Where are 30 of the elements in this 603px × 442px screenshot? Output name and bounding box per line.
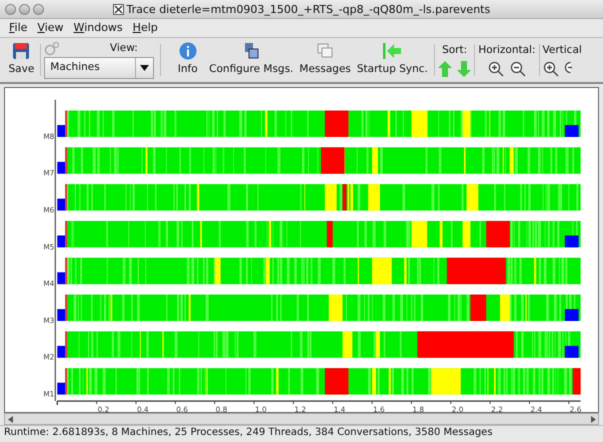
configure-messages-button[interactable]: Configure Msgs. <box>206 42 296 78</box>
maximize-button[interactable] <box>32 4 44 15</box>
info-button[interactable]: Info <box>174 42 201 78</box>
window-title: Trace dieterle=mtm0903_1500_+RTS_-qp8_-qQ80m_-ls.parevents <box>126 2 490 18</box>
startup-sync-button[interactable]: Startup Sync. <box>354 42 431 78</box>
vertical-label: Vertical <box>542 42 582 58</box>
messages-button[interactable]: Messages <box>296 42 354 78</box>
zoom-out-icon[interactable] <box>510 61 526 78</box>
save-button[interactable]: Save <box>6 42 38 78</box>
view-dropdown[interactable]: Machines <box>44 56 154 79</box>
menu-item[interactable]: File <box>4 20 32 36</box>
info-icon <box>178 42 197 60</box>
menu-item[interactable]: Help <box>128 20 163 36</box>
menu-item[interactable]: Windows <box>68 20 128 36</box>
view-label: View: <box>110 41 139 56</box>
app-icon <box>112 4 124 14</box>
messages-icon <box>316 42 334 60</box>
caret-icon <box>140 64 150 71</box>
status-bar: Runtime: 2.681893s, 8 Machines, 25 Processes, 249 Threads, 384 Conversations, 3580 Messages <box>0 425 603 440</box>
windows-icon <box>242 42 260 60</box>
arrow-left-icon <box>382 42 402 60</box>
zoom-in-icon[interactable] <box>488 61 504 78</box>
zoom-in-icon[interactable] <box>542 61 558 78</box>
menu-item[interactable]: View <box>32 20 69 36</box>
close-button[interactable] <box>5 4 16 15</box>
horizontal-scrollbar[interactable] <box>4 413 599 425</box>
horizontal-label: Horizontal: <box>478 42 536 58</box>
sort-label: Sort: <box>442 42 468 58</box>
gears-icon <box>44 42 60 56</box>
minimize-button[interactable] <box>18 4 30 15</box>
